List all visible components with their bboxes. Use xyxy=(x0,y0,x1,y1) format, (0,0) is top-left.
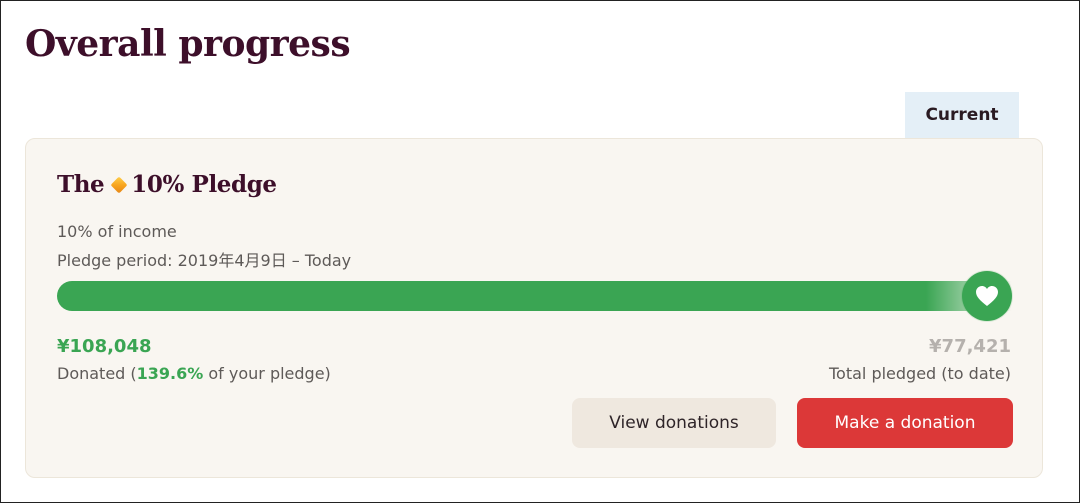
pledge-title: The 10% Pledge xyxy=(57,171,277,198)
page-frame: Overall progress Current The 10% Pledge … xyxy=(0,0,1080,503)
pledged-caption: Total pledged (to date) xyxy=(828,364,1011,383)
tab-current[interactable]: Current xyxy=(905,92,1019,138)
pledge-title-suffix: 10% Pledge xyxy=(131,171,277,198)
progress-heart-badge xyxy=(962,271,1012,321)
pledge-title-prefix: The xyxy=(57,171,105,198)
progress-bar xyxy=(57,281,1012,311)
donated-caption-prefix: Donated ( xyxy=(57,364,137,383)
diamond-icon xyxy=(110,176,128,193)
donated-amount: ¥108,048 xyxy=(57,336,152,357)
pledged-amount: ¥77,421 xyxy=(929,336,1011,357)
make-donation-button[interactable]: Make a donation xyxy=(797,398,1013,448)
donated-caption-suffix: of your pledge) xyxy=(203,364,331,383)
pledge-card: The 10% Pledge 10% of income Pledge peri… xyxy=(25,138,1043,478)
income-text: 10% of income xyxy=(57,222,177,241)
donated-percent: 139.6% xyxy=(136,364,204,383)
view-donations-button[interactable]: View donations xyxy=(572,398,776,448)
donated-caption: Donated (139.6% of your pledge) xyxy=(57,364,331,383)
progress-fill xyxy=(57,281,1012,311)
heart-icon xyxy=(976,286,998,306)
page-title: Overall progress xyxy=(25,23,351,65)
pledge-period-text: Pledge period: 2019年4月9日 – Today xyxy=(57,251,352,270)
